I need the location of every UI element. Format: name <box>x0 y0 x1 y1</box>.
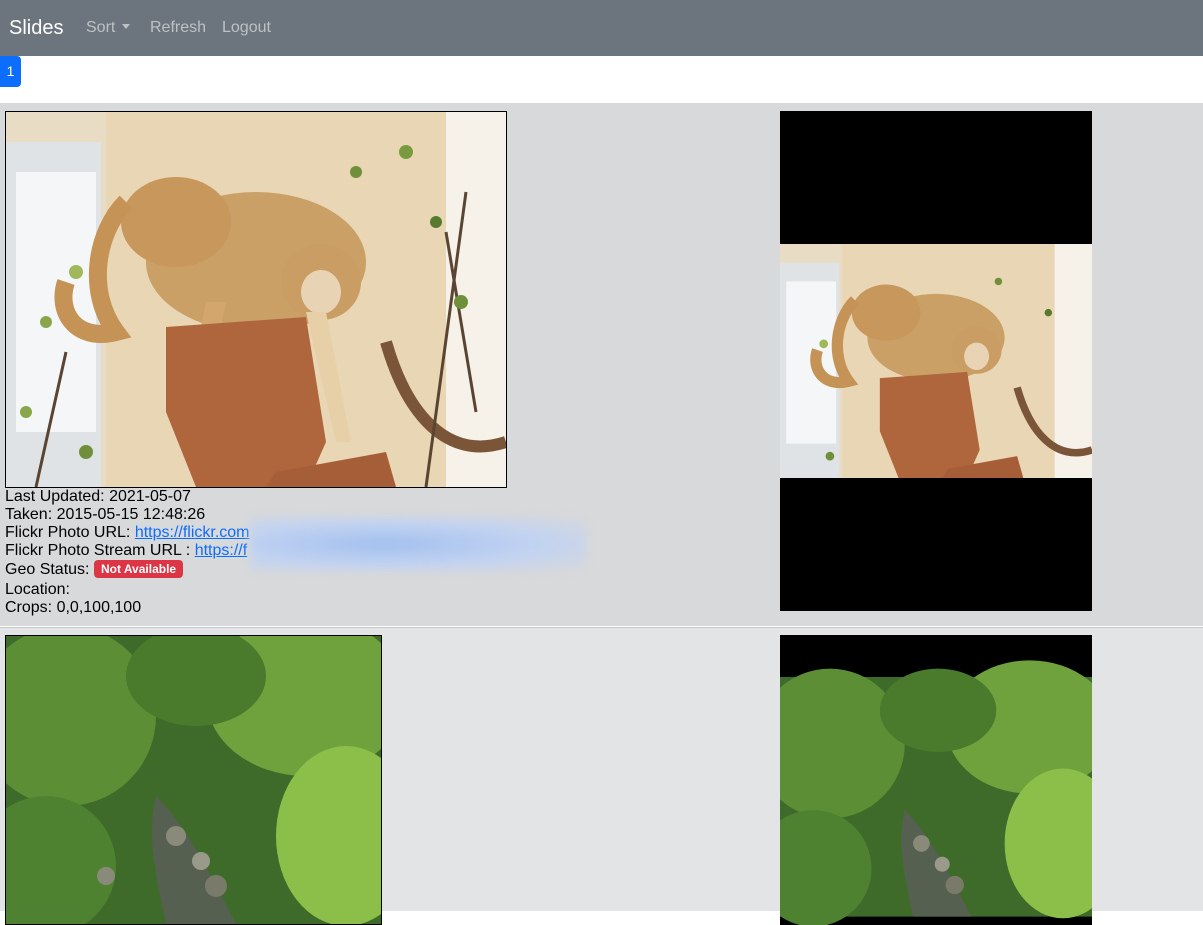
flickr-photo-url-link[interactable]: https://flickr.com <box>135 524 250 541</box>
cougar-preview-image <box>780 111 1092 611</box>
logout-link[interactable]: Logout <box>222 18 271 38</box>
sort-dropdown[interactable]: Sort <box>86 18 131 38</box>
flickr-stream-url-label: Flickr Photo Stream URL : <box>5 542 195 559</box>
slide-row <box>0 627 1203 925</box>
slide-metadata: Last Updated: 2021-05-07 Taken: 2015-05-… <box>5 488 250 617</box>
geo-status-label: Geo Status: <box>5 561 90 578</box>
redacted-blur <box>250 517 586 571</box>
last-updated-line: Last Updated: 2021-05-07 <box>5 488 250 506</box>
crops-line: Crops: 0,0,100,100 <box>5 599 250 617</box>
refresh-link[interactable]: Refresh <box>150 18 206 38</box>
crops-label: Crops: <box>5 599 57 616</box>
original-photo-cougar[interactable] <box>5 111 507 488</box>
top-navbar: Slides Sort Refresh Logout <box>0 0 1203 56</box>
original-photo-creek[interactable] <box>5 635 382 925</box>
page-1-button[interactable]: 1 <box>0 56 21 87</box>
crops-value: 0,0,100,100 <box>56 599 142 616</box>
slide-row: Last Updated: 2021-05-07 Taken: 2015-05-… <box>0 103 1203 626</box>
last-updated-value: 2021-05-07 <box>109 488 191 505</box>
geo-status-badge: Not Available <box>93 560 184 578</box>
taken-value: 2015-05-15 12:48:26 <box>56 506 206 523</box>
brand-title[interactable]: Slides <box>9 15 63 41</box>
creek-image <box>6 636 381 924</box>
creek-preview-image <box>780 635 1092 925</box>
flickr-stream-url-line: Flickr Photo Stream URL : https://f <box>5 542 250 560</box>
sort-label: Sort <box>86 19 116 36</box>
chevron-down-icon <box>122 24 131 29</box>
flickr-photo-url-line: Flickr Photo URL: https://flickr.com <box>5 524 250 542</box>
flickr-photo-url-label: Flickr Photo URL: <box>5 524 135 541</box>
cropped-preview <box>780 111 1092 611</box>
cougar-image <box>6 112 506 487</box>
cropped-preview <box>780 635 1092 925</box>
last-updated-label: Last Updated: <box>5 488 110 505</box>
location-label: Location: <box>5 581 70 598</box>
flickr-stream-url-link[interactable]: https://f <box>195 542 247 559</box>
taken-line: Taken: 2015-05-15 12:48:26 <box>5 506 250 524</box>
taken-label: Taken: <box>5 506 57 523</box>
location-line: Location: <box>5 581 250 599</box>
geo-status-line: Geo Status: Not Available <box>5 560 250 581</box>
